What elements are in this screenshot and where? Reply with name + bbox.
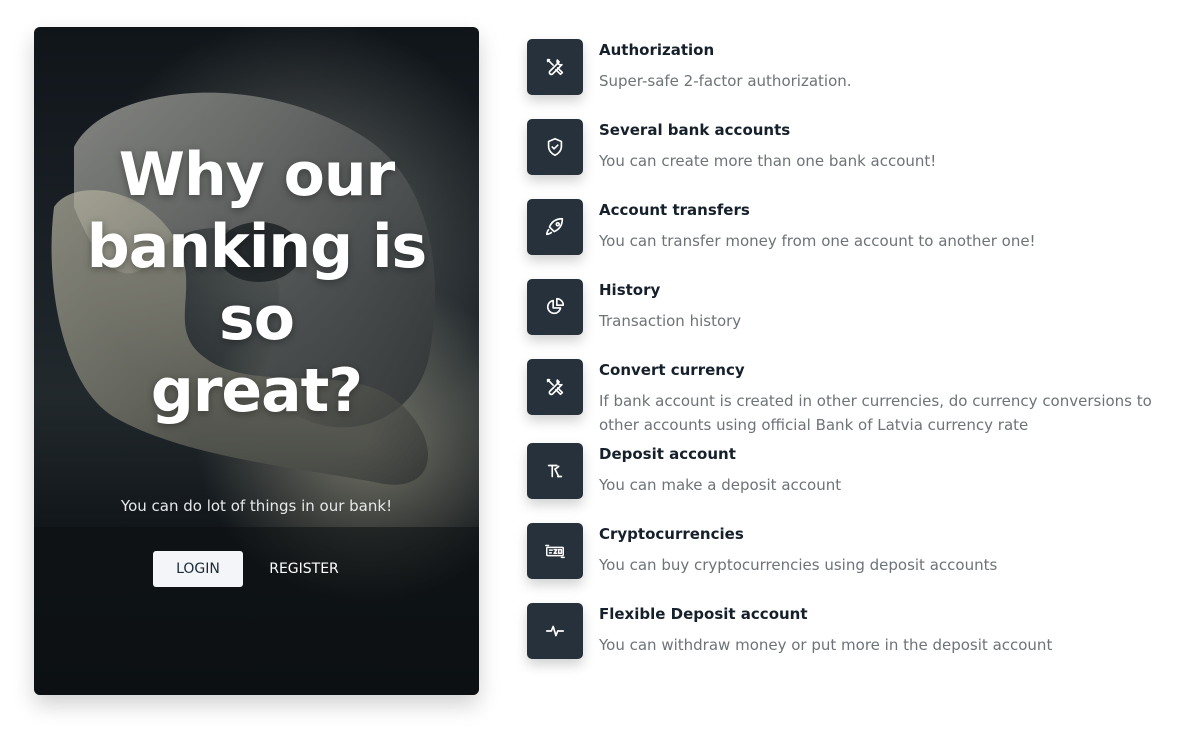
tools-icon [546,58,564,76]
login-button[interactable]: LOGIN [153,551,243,587]
hero-card: Why our banking is so great? You can do … [34,27,479,695]
pulse-icon [545,625,565,637]
feature-title: Several bank accounts [599,121,791,139]
feature-icon-box [527,359,583,415]
feature-title: Convert currency [599,361,745,379]
feature-description: Super-safe 2-factor authorization. [599,72,852,90]
pie-chart-icon [546,297,565,315]
feature-title: Authorization [599,41,715,59]
hero-title: Why our banking is so great? [34,139,479,427]
crypto-icon [545,544,565,559]
feature-title: History [599,281,661,299]
feature-description: You can transfer money from one account … [599,232,1036,250]
feature-description: You can make a deposit account [599,476,842,494]
feature-title: Deposit account [599,445,736,463]
feature-description: Transaction history [599,312,742,330]
tools-icon [546,378,564,396]
feature-icon-box [527,119,583,175]
feature-icon-box [527,39,583,95]
page: Why our banking is so great? You can do … [0,0,1190,732]
feature-icon-box [527,199,583,255]
deposit-icon [547,464,563,478]
feature-icon-box [527,603,583,659]
feature-icon-box [527,523,583,579]
register-button[interactable]: REGISTER [258,551,350,587]
feature-description: You can create more than one bank accoun… [599,152,937,170]
feature-icon-box [527,443,583,499]
feature-title: Account transfers [599,201,750,219]
hero-title-line: great? [150,356,363,426]
hero-subtitle: You can do lot of things in our bank! [120,497,393,515]
feature-description: If bank account is created in other curr… [599,392,1152,434]
feature-description: You can buy cryptocurrencies using depos… [599,556,998,574]
feature-description: You can withdraw money or put more in th… [599,636,1053,654]
feature-icon-box [527,279,583,335]
rocket-icon [545,217,564,236]
feature-title: Cryptocurrencies [599,525,744,543]
hero-title-line: so [219,284,295,354]
shield-check-icon [547,137,563,157]
feature-title: Flexible Deposit account [599,605,808,623]
hero-title-line: banking is [86,212,427,282]
hero-title-line: Why our [118,140,395,210]
